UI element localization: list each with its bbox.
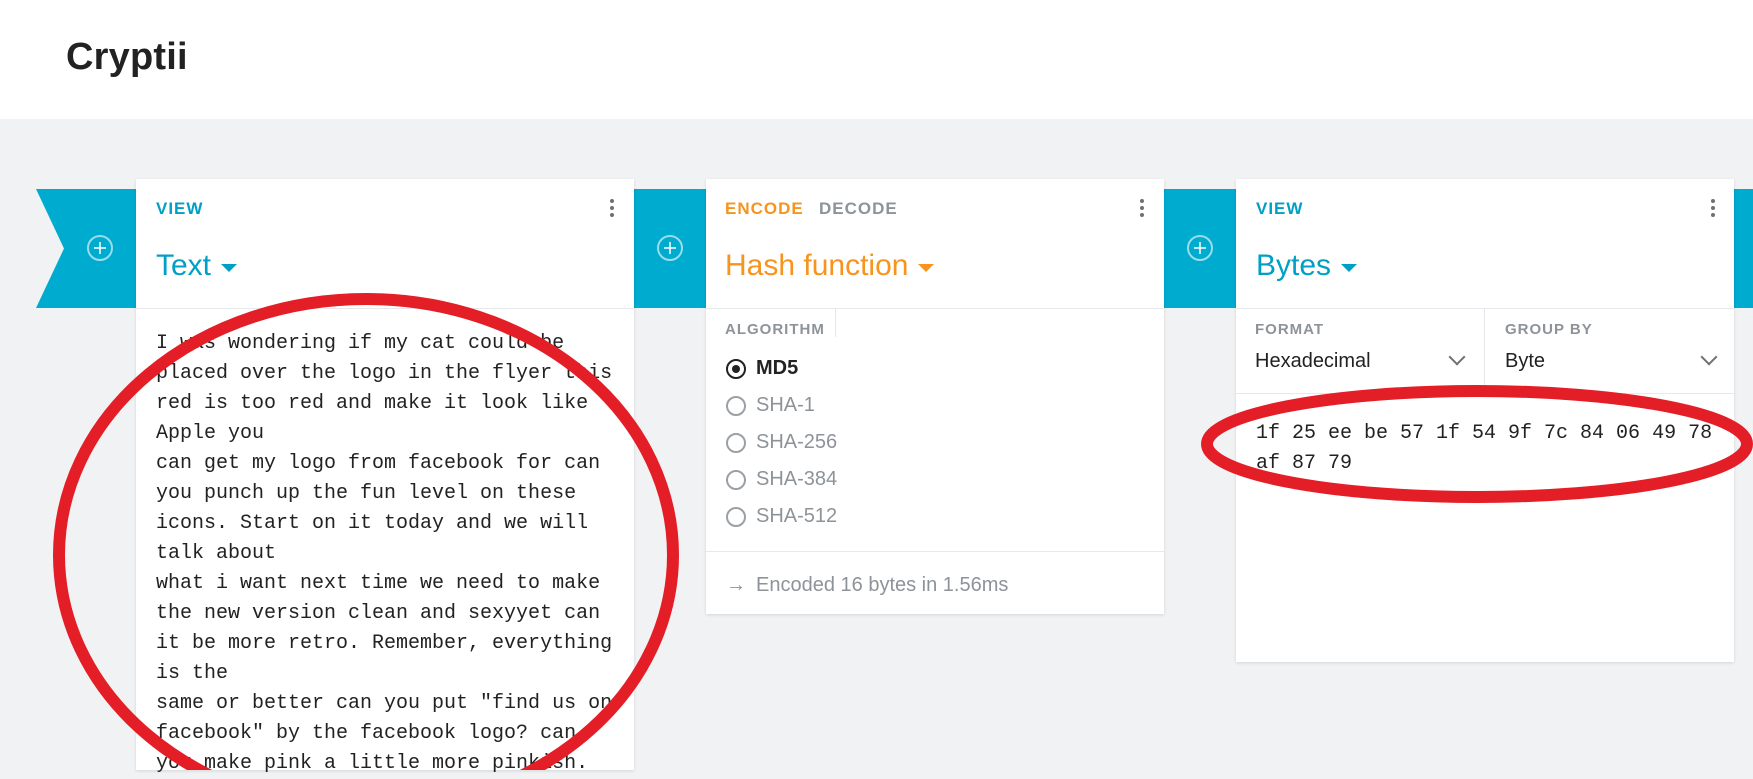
radio-option-sha512[interactable]: SHA-512 [726,505,837,528]
brick-type-select[interactable]: Text [156,249,238,283]
radio-label: SHA-512 [756,505,838,527]
brick-title: Text [156,249,212,282]
radio-button[interactable] [726,506,746,527]
format-label: FORMAT [1255,321,1325,338]
caret-down-icon [1341,264,1358,272]
caret-down-icon [221,264,238,272]
group-by-value: Byte [1505,350,1546,372]
radio-option-sha256[interactable]: SHA-256 [726,431,837,454]
tab-view[interactable]: VIEW [156,199,203,219]
more-menu-icon[interactable] [609,199,615,219]
arrow-right-icon: → [726,574,746,596]
settings-divider [1236,393,1734,394]
format-select[interactable]: FORMAT Hexadecimal [1236,309,1484,393]
add-brick-icon[interactable] [657,235,683,261]
caret-down-icon [918,264,935,272]
radio-label: SHA-384 [756,468,838,490]
brick-header: VIEW Text [136,179,634,309]
format-value: Hexadecimal [1255,350,1371,372]
hash-function-brick: ENCODE DECODE Hash function ALGORITHM MD… [706,179,1164,614]
text-content-area[interactable]: I was wondering if my cat could be place… [156,329,616,779]
radio-option-sha1[interactable]: SHA-1 [726,394,815,417]
pipeline-connector [1732,189,1753,308]
chevron-down-icon [1448,348,1466,366]
radio-button[interactable] [726,469,746,490]
group-by-select[interactable]: GROUP BY Byte [1485,309,1734,393]
status-text: → Encoded 16 bytes in 1.56ms [726,574,1008,597]
status-divider [706,551,1164,552]
brick-type-select[interactable]: Hash function [725,249,935,283]
radio-button[interactable] [726,395,746,416]
add-brick-icon[interactable] [1187,235,1213,261]
tab-decode[interactable]: DECODE [819,199,898,219]
app-header: Cryptii [0,0,1753,119]
brick-title: Hash function [725,249,909,282]
radio-option-md5[interactable]: MD5 [726,357,798,380]
radio-option-sha384[interactable]: SHA-384 [726,468,837,491]
status-label: Encoded 16 bytes in 1.56ms [756,574,1009,596]
pipeline-start-connector [36,189,136,308]
more-menu-icon[interactable] [1139,199,1145,219]
algorithm-label: ALGORITHM [725,321,825,338]
tab-view[interactable]: VIEW [1256,199,1303,219]
app-title: Cryptii [66,36,188,78]
radio-button[interactable] [726,358,746,379]
add-brick-icon[interactable] [87,235,113,261]
brick-header: ENCODE DECODE Hash function [706,179,1164,309]
bytes-content-area[interactable]: 1f 25 ee be 57 1f 54 9f 7c 84 06 49 78 a… [1256,419,1726,479]
chevron-down-icon [1700,348,1718,366]
radio-label: SHA-1 [756,394,815,416]
algorithm-divider [835,309,836,337]
text-view-brick: VIEW Text I was wondering if my cat coul… [136,179,634,775]
bytes-view-brick: VIEW Bytes FORMAT Hexadecimal GROUP BY B… [1236,179,1734,662]
radio-label: SHA-256 [756,431,838,453]
more-menu-icon[interactable] [1710,199,1716,219]
brick-title: Bytes [1256,249,1332,282]
radio-label: MD5 [756,357,799,379]
brick-header: VIEW Bytes [1236,179,1734,309]
radio-button[interactable] [726,432,746,453]
brick-type-select[interactable]: Bytes [1256,249,1358,283]
tab-encode[interactable]: ENCODE [725,199,804,219]
group-by-label: GROUP BY [1505,321,1593,338]
